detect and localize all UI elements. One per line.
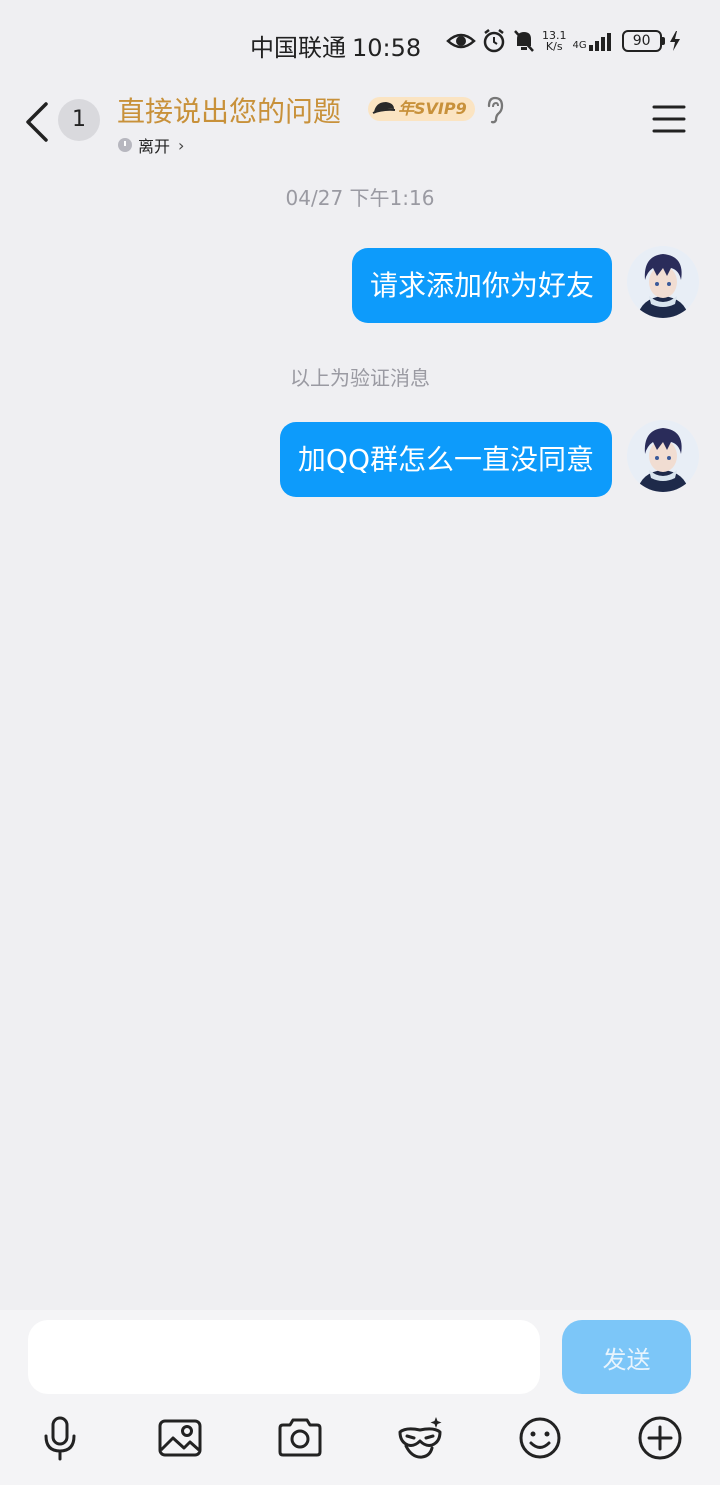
sticker-mask-icon[interactable] bbox=[396, 1414, 444, 1462]
carrier-time: 中国联通 10:58 bbox=[250, 28, 427, 63]
svip-label: 年SVIP9 bbox=[398, 99, 467, 118]
avatar-image bbox=[627, 420, 699, 492]
alarm-icon bbox=[483, 29, 505, 53]
presence-label: 离开 bbox=[138, 137, 171, 156]
net-speed: 13.1 K/s bbox=[542, 30, 567, 52]
carrier-label: 中国联通 bbox=[250, 34, 346, 62]
send-button[interactable]: 发送 bbox=[562, 1320, 691, 1394]
signal-icon bbox=[588, 33, 611, 51]
chat-title[interactable]: 直接说出您的问题 bbox=[117, 90, 341, 130]
mute-bell-icon bbox=[514, 30, 534, 52]
plus-icon[interactable] bbox=[636, 1414, 684, 1462]
svip-badge[interactable]: 年SVIP9 bbox=[368, 97, 475, 121]
camera-icon[interactable] bbox=[276, 1414, 324, 1462]
charging-icon bbox=[669, 31, 680, 51]
emoji-icon[interactable] bbox=[516, 1414, 564, 1462]
system-note: 以上为验证消息 bbox=[290, 366, 430, 390]
clock-icon bbox=[118, 138, 132, 152]
presence-status[interactable]: 离开 › bbox=[118, 133, 184, 157]
net-speed-unit: K/s bbox=[545, 40, 563, 53]
back-arrow-icon[interactable] bbox=[22, 100, 52, 144]
message-input[interactable] bbox=[28, 1320, 540, 1394]
image-icon[interactable] bbox=[156, 1414, 204, 1462]
hat-icon bbox=[372, 102, 396, 114]
clock-time: 10:58 bbox=[352, 34, 422, 62]
input-toolbar bbox=[0, 1410, 720, 1470]
message-timestamp: 04/27 下午1:16 bbox=[285, 186, 435, 210]
chevron-right-icon: › bbox=[178, 135, 185, 155]
microphone-icon[interactable] bbox=[36, 1414, 84, 1462]
menu-icon[interactable] bbox=[652, 104, 686, 134]
message-bubble[interactable]: 请求添加你为好友 bbox=[351, 248, 612, 323]
status-bar: 中国联通 10:58 13.1 K/s 4G 90 bbox=[0, 0, 720, 80]
avatar-image bbox=[627, 246, 699, 318]
status-icons: 13.1 K/s 4G 90 bbox=[446, 28, 682, 54]
avatar[interactable] bbox=[627, 246, 699, 318]
unread-count-badge[interactable]: 1 bbox=[58, 99, 100, 141]
message-bubble[interactable]: 加QQ群怎么一直没同意 bbox=[279, 422, 612, 497]
network-type: 4G bbox=[572, 40, 587, 51]
avatar[interactable] bbox=[627, 420, 699, 492]
signal-group: 4G bbox=[573, 31, 616, 51]
ear-icon[interactable] bbox=[484, 96, 506, 124]
input-area: 发送 bbox=[0, 1310, 720, 1485]
battery-indicator: 90 bbox=[621, 30, 665, 52]
eye-icon bbox=[446, 33, 476, 49]
